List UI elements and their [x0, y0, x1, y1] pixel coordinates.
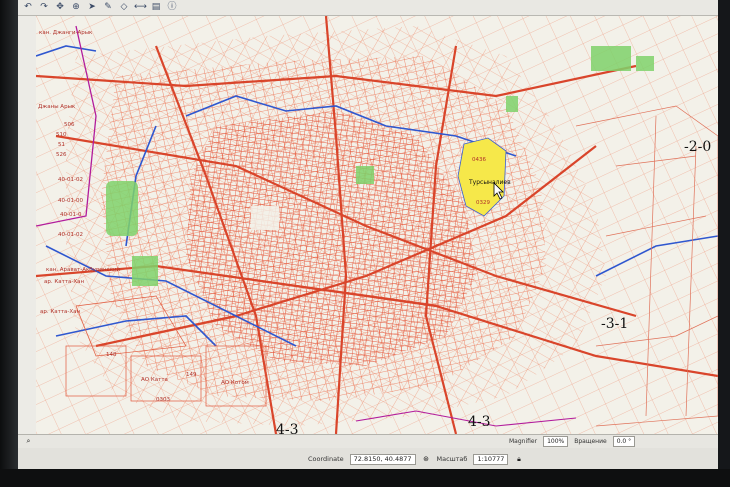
parcel-code-12: 0329 — [476, 200, 490, 206]
magnifier-icon: ⌕ — [26, 437, 31, 445]
parcel-code-10: 149 — [186, 372, 197, 378]
layers-side-panel[interactable] — [18, 16, 37, 446]
parcel-code-14: АО Котом — [221, 380, 249, 386]
place-label-1: Джаны Арык — [38, 104, 76, 110]
rotation-field[interactable]: 0.0 ° — [612, 436, 636, 447]
pan-icon[interactable]: ✥ — [54, 2, 66, 13]
parcel-code-2: 40-01-0 — [60, 212, 82, 218]
parcel-code-6: 51 — [58, 142, 65, 148]
zone-label-3: 4-3 — [468, 414, 491, 430]
parcel-code-13: АО Катта — [141, 377, 168, 383]
magnifier-label: Magnifier — [509, 438, 538, 445]
parcel-code-5: 510 — [56, 132, 67, 138]
select-icon[interactable]: ➤ — [86, 2, 98, 13]
redo-icon[interactable]: ↷ — [38, 2, 50, 13]
coordinate-bar: Coordinate 72.8150, 40.4877 ⊛ Масштаб 1:… — [18, 448, 718, 470]
map-statusbar: ⌕ Magnifier 100% Вращение 0.0 ° — [18, 434, 718, 448]
place-label-3: ар. Катта-Хан — [44, 279, 85, 285]
parcel-code-0: 40-01-02 — [58, 177, 83, 183]
crs-icon[interactable]: ⊛ — [422, 455, 431, 464]
parcel-code-4: 506 — [64, 122, 75, 128]
map-toolbar: ↶ ↷ ✥ ⊕ ➤ ✎ ◇ ⟷ ▤ ⓘ — [18, 0, 718, 16]
place-label-0: кан. Джанги-Арык — [39, 30, 93, 36]
gis-screen: ↶ ↷ ✥ ⊕ ➤ ✎ ◇ ⟷ ▤ ⓘ Турсыналиев кан. Джа… — [18, 0, 718, 470]
monitor-bezel-bottom — [0, 469, 730, 487]
parcel-code-8: 148 — [106, 352, 117, 358]
measure-icon[interactable]: ⟷ — [134, 2, 147, 13]
rotation-label: Вращение — [574, 438, 607, 445]
coordinate-label: Coordinate — [308, 455, 344, 463]
place-label-2: кан. Арават-Акбуринский — [46, 266, 121, 273]
coordinate-field[interactable]: 72.8150, 40.4877 — [349, 453, 416, 465]
undo-icon[interactable]: ↶ — [22, 2, 34, 13]
magnifier-field[interactable]: 100% — [543, 436, 569, 447]
cadastral-map[interactable]: Турсыналиев кан. Джанги-Арык Джаны Арык … — [36, 16, 718, 434]
zone-label-0: -2-0 — [684, 139, 711, 155]
zoom-icon[interactable]: ⊕ — [70, 2, 82, 13]
map-canvas[interactable]: Турсыналиев кан. Джанги-Арык Джаны Арык … — [36, 16, 718, 434]
node-icon[interactable]: ◇ — [118, 2, 130, 13]
parcel-code-1: 40-01-00 — [58, 198, 83, 204]
monitor-bezel-right — [718, 0, 730, 487]
parcel-code-7: 526 — [56, 152, 67, 158]
place-label-5: Турсыналиев — [468, 179, 511, 186]
scale-field[interactable]: 1:10777 — [473, 453, 509, 465]
parcel-code-9: 0303 — [156, 397, 170, 403]
lock-icon[interactable]: 🔒︎ — [514, 455, 523, 464]
zone-label-2: 4-3 — [276, 422, 299, 434]
place-label-4: ар. Катта-Хан — [40, 309, 81, 315]
parcel-code-3: 40-01-02 — [58, 232, 83, 238]
parcel-code-11: 0436 — [472, 157, 486, 163]
zone-label-1: -3-1 — [601, 316, 628, 332]
info-icon[interactable]: ⓘ — [166, 2, 178, 13]
layer-icon[interactable]: ▤ — [150, 2, 162, 13]
monitor-bezel-left — [0, 0, 18, 487]
pencil-icon[interactable]: ✎ — [102, 2, 114, 13]
scale-label: Масштаб — [436, 455, 468, 463]
